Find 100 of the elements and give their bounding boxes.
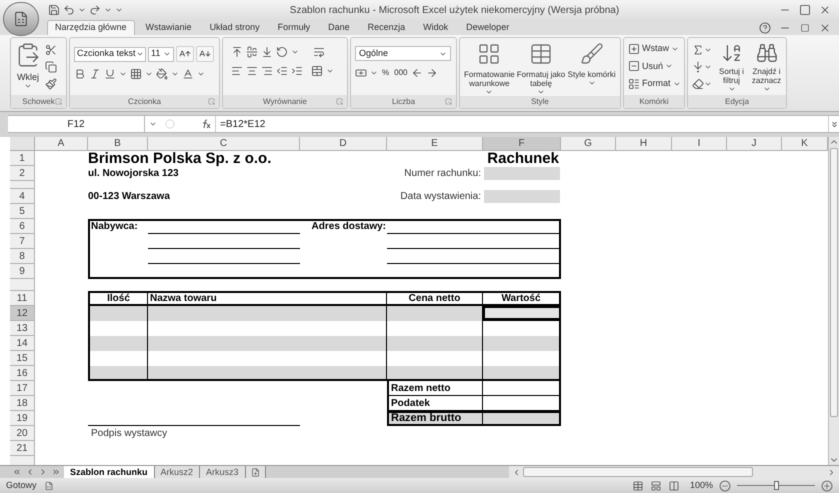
zoom-slider-thumb[interactable] <box>774 481 779 490</box>
italic-icon[interactable] <box>89 68 101 80</box>
cells-button[interactable]: Wstaw <box>628 42 681 56</box>
ribbon-tab[interactable]: Układ strony <box>202 20 267 35</box>
caret-icon[interactable] <box>136 50 144 58</box>
row-header[interactable]: 9 <box>10 264 35 279</box>
horizontal-scrollbar[interactable] <box>509 466 839 478</box>
row-header[interactable]: 16 <box>10 366 35 381</box>
caret-icon[interactable] <box>485 88 494 96</box>
number-format-select[interactable]: Ogólne <box>355 46 451 61</box>
table-cell[interactable] <box>88 351 148 366</box>
sheet-tab[interactable]: Arkusz2 <box>154 466 200 478</box>
row-header[interactable]: 17 <box>10 381 35 396</box>
caret-icon[interactable] <box>326 67 334 75</box>
zoom-in-icon[interactable] <box>822 480 832 491</box>
table-cell[interactable] <box>483 411 561 426</box>
caret-icon[interactable] <box>24 82 32 90</box>
row-header[interactable]: 20 <box>10 426 35 441</box>
column-header[interactable]: C <box>148 137 300 151</box>
ribbon-tab[interactable]: Widok <box>416 20 456 35</box>
table-cell[interactable] <box>483 396 561 411</box>
copy-icon[interactable] <box>45 61 57 73</box>
close-icon[interactable] <box>819 4 831 16</box>
save-icon[interactable] <box>48 4 60 16</box>
align-top-icon[interactable] <box>231 46 243 58</box>
caret-icon[interactable] <box>704 63 712 71</box>
dialog-launcher-icon[interactable] <box>336 98 343 105</box>
caret-icon[interactable] <box>197 70 205 78</box>
dialog-launcher-icon[interactable] <box>445 98 452 105</box>
currency-icon[interactable] <box>355 67 367 79</box>
table-cell[interactable] <box>387 336 483 351</box>
decrease-decimal-icon[interactable] <box>426 67 438 79</box>
increase-decimal-icon[interactable] <box>411 67 424 79</box>
ribbon-tab[interactable]: Formuły <box>270 20 318 35</box>
sum-icon[interactable] <box>692 44 704 56</box>
help-icon[interactable] <box>759 22 771 34</box>
undo-icon[interactable] <box>63 4 75 16</box>
scroll-thumb[interactable] <box>523 467 753 477</box>
expand-icon[interactable] <box>830 120 838 128</box>
table-cell[interactable] <box>148 366 387 381</box>
caret-icon[interactable] <box>537 88 546 96</box>
redo-icon[interactable] <box>89 4 101 16</box>
align-middle-icon[interactable] <box>246 46 258 58</box>
style-button[interactable]: Formatowanie warunkowe <box>464 42 515 96</box>
number-format-button[interactable]: % <box>381 67 390 79</box>
font-size-select[interactable]: 11 <box>148 46 174 62</box>
column-header[interactable]: J <box>727 137 782 151</box>
page-break-icon[interactable] <box>668 480 680 491</box>
borders-icon[interactable] <box>130 68 142 80</box>
shrink-font-button[interactable] <box>196 46 214 62</box>
brush-icon[interactable] <box>45 78 57 90</box>
input-field[interactable] <box>484 167 560 180</box>
align-center-icon[interactable] <box>246 65 258 77</box>
editing-button[interactable]: Sortuj i filtruj <box>716 42 747 93</box>
style-button[interactable]: Formatuj jako tabelę <box>516 42 566 96</box>
scroll-right-icon[interactable] <box>827 468 836 476</box>
caret-icon[interactable] <box>145 70 153 78</box>
fill-down-icon[interactable] <box>692 61 704 73</box>
cells-button[interactable]: Format <box>628 77 681 90</box>
caret-icon[interactable] <box>119 70 127 78</box>
row-header[interactable]: 12 <box>10 306 35 321</box>
cells-button[interactable]: Usuń <box>628 60 681 73</box>
zoom-level[interactable]: 100% <box>690 478 713 492</box>
column-header[interactable]: A <box>35 137 88 151</box>
column-header[interactable]: K <box>782 137 828 151</box>
row-header[interactable]: 6 <box>10 219 35 234</box>
row-header[interactable]: 14 <box>10 336 35 351</box>
table-cell[interactable] <box>88 321 148 336</box>
increase-indent-icon[interactable] <box>291 65 303 77</box>
eraser-icon[interactable] <box>692 78 704 90</box>
row-header[interactable]: 21 <box>10 441 35 456</box>
scroll-left-icon[interactable] <box>512 468 521 476</box>
table-cell[interactable] <box>148 336 387 351</box>
wrap-text-icon[interactable] <box>313 46 325 58</box>
page-layout-icon[interactable] <box>650 480 662 491</box>
row-header[interactable]: 2 <box>10 166 35 181</box>
column-header[interactable]: H <box>616 137 672 151</box>
underline-icon[interactable] <box>104 68 116 80</box>
row-header[interactable]: 7 <box>10 234 35 249</box>
row-header[interactable]: 18 <box>10 396 35 411</box>
scroll-thumb[interactable] <box>830 148 838 418</box>
column-header[interactable]: D <box>300 137 387 151</box>
column-header[interactable]: E <box>387 137 483 151</box>
sheet-tab[interactable]: Szablon rachunku <box>64 466 155 478</box>
orientation-icon[interactable] <box>276 46 288 58</box>
row-header[interactable]: 13 <box>10 321 35 336</box>
align-bottom-icon[interactable] <box>261 46 273 58</box>
column-header[interactable]: I <box>672 137 727 151</box>
caret-icon[interactable] <box>370 69 378 77</box>
row-header[interactable]: 11 <box>10 291 35 306</box>
dialog-launcher-icon[interactable] <box>55 98 62 105</box>
vertical-scrollbar[interactable] <box>828 137 839 465</box>
align-left-icon[interactable] <box>231 65 243 77</box>
row-header[interactable]: 5 <box>10 204 35 219</box>
grow-font-button[interactable] <box>176 46 194 62</box>
name-box[interactable]: F12 <box>8 116 145 132</box>
caret-icon[interactable] <box>78 6 86 14</box>
row-header[interactable]: 4 <box>10 189 35 204</box>
table-cell[interactable] <box>387 366 483 381</box>
table-cell[interactable] <box>88 306 148 321</box>
